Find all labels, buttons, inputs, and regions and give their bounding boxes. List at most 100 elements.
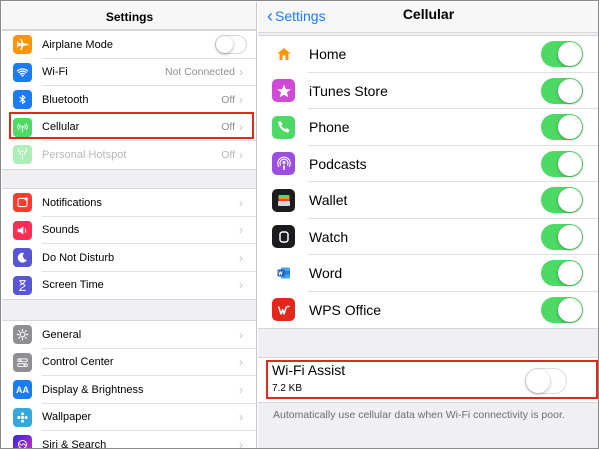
phone-cellular-toggle[interactable] bbox=[541, 114, 583, 141]
airplane-icon bbox=[13, 35, 32, 55]
wifi-status: Not Connected bbox=[164, 66, 235, 79]
settings-title: Settings bbox=[105, 10, 154, 24]
chevron-right-icon: › bbox=[239, 65, 243, 80]
app-label: WPS Office bbox=[309, 301, 382, 318]
app-row-phone: Phone bbox=[258, 109, 598, 146]
notifications-group: Notifications › Sounds › Do Not Disturb … bbox=[2, 188, 256, 300]
control-center-icon bbox=[13, 352, 32, 372]
app-label: Home bbox=[309, 46, 347, 63]
app-label: Wallet bbox=[309, 192, 348, 209]
wifi-assist-row: Wi-Fi Assist 7.2 KB bbox=[258, 357, 598, 403]
wallet-icon bbox=[272, 188, 295, 212]
sidebar-item-label: Do Not Disturb bbox=[42, 251, 115, 264]
wallpaper-icon bbox=[13, 407, 32, 427]
sidebar-item-label: General bbox=[42, 328, 82, 341]
hotspot-icon bbox=[13, 145, 32, 165]
sidebar-item-label: Screen Time bbox=[42, 279, 104, 292]
podcasts-icon bbox=[272, 152, 295, 176]
hotspot-status: Off bbox=[221, 148, 235, 161]
watch-icon bbox=[272, 225, 295, 249]
sidebar-item-personal-hotspot[interactable]: Personal Hotspot Off › bbox=[2, 141, 256, 169]
wallet-cellular-toggle[interactable] bbox=[541, 187, 583, 214]
sidebar-item-label: Control Center bbox=[42, 356, 114, 369]
chevron-right-icon: › bbox=[239, 120, 243, 135]
podcasts-cellular-toggle[interactable] bbox=[541, 150, 583, 177]
cellular-header: ‹ Settings Cellular bbox=[258, 2, 598, 33]
itunes-store-cellular-toggle[interactable] bbox=[541, 77, 583, 104]
app-row-wps-office: WPS Office bbox=[258, 292, 598, 329]
chevron-right-icon: › bbox=[239, 278, 243, 293]
toggle-knob bbox=[558, 115, 582, 140]
sounds-icon bbox=[13, 220, 32, 240]
sidebar-item-sounds[interactable]: Sounds › bbox=[2, 217, 256, 244]
chevron-right-icon: › bbox=[239, 382, 243, 397]
sidebar-item-label: Bluetooth bbox=[42, 93, 89, 106]
moon-icon bbox=[13, 248, 32, 268]
chevron-right-icon: › bbox=[239, 327, 243, 342]
wifi-icon bbox=[13, 62, 32, 82]
chevron-right-icon: › bbox=[239, 250, 243, 265]
watch-cellular-toggle[interactable] bbox=[541, 223, 583, 250]
toggle-knob bbox=[558, 188, 582, 213]
sidebar-item-screen-time[interactable]: Screen Time › bbox=[2, 272, 256, 300]
cellular-icon bbox=[13, 117, 32, 137]
notifications-icon bbox=[13, 193, 32, 213]
sidebar-item-label: Cellular bbox=[42, 121, 80, 134]
phone-icon bbox=[272, 115, 295, 139]
toggle-knob bbox=[558, 224, 582, 249]
sidebar-item-general[interactable]: General › bbox=[2, 321, 256, 349]
app-row-podcasts: Podcasts bbox=[258, 146, 598, 182]
connectivity-group: Airplane Mode Wi-Fi Not Connected › Blue… bbox=[2, 30, 256, 170]
sidebar-item-wallpaper[interactable]: Wallpaper › bbox=[2, 404, 256, 431]
sidebar-item-label: Airplane Mode bbox=[42, 38, 113, 51]
chevron-right-icon: › bbox=[239, 410, 243, 425]
app-row-itunes-store: iTunes Store bbox=[258, 73, 598, 109]
app-row-home: Home bbox=[258, 36, 598, 73]
sidebar-item-label: Siri & Search bbox=[42, 438, 107, 449]
home-icon bbox=[272, 42, 295, 66]
wps-office-cellular-toggle[interactable] bbox=[541, 296, 583, 323]
cellular-status: Off bbox=[221, 121, 235, 134]
sidebar-item-label: Wi-Fi bbox=[42, 66, 68, 79]
sidebar-item-notifications[interactable]: Notifications › bbox=[2, 189, 256, 217]
wps-office-icon bbox=[272, 298, 295, 322]
general-group: General › Control Center › AA Display & … bbox=[2, 320, 256, 449]
sidebar-item-display-brightness[interactable]: AA Display & Brightness › bbox=[2, 376, 256, 404]
wifi-assist-toggle[interactable] bbox=[525, 368, 567, 394]
toggle-knob bbox=[216, 36, 233, 54]
app-label: Podcasts bbox=[309, 155, 367, 172]
home-cellular-toggle[interactable] bbox=[541, 41, 583, 68]
app-label: Phone bbox=[309, 119, 350, 136]
siri-icon bbox=[13, 435, 32, 448]
app-row-word: Word bbox=[258, 255, 598, 292]
sidebar-item-do-not-disturb[interactable]: Do Not Disturb › bbox=[2, 244, 256, 272]
toggle-knob bbox=[558, 297, 582, 322]
app-row-wallet: Wallet bbox=[258, 182, 598, 219]
sidebar-item-wifi[interactable]: Wi-Fi Not Connected › bbox=[2, 59, 256, 86]
bluetooth-icon bbox=[13, 90, 32, 110]
chevron-right-icon: › bbox=[239, 223, 243, 238]
app-label: Watch bbox=[309, 228, 349, 245]
sidebar-item-label: Sounds bbox=[42, 224, 80, 237]
sidebar-item-control-center[interactable]: Control Center › bbox=[2, 349, 256, 376]
sidebar-item-label: Personal Hotspot bbox=[42, 148, 127, 161]
sidebar-item-bluetooth[interactable]: Bluetooth Off › bbox=[2, 86, 256, 114]
page-title: Cellular bbox=[402, 6, 455, 22]
app-row-watch: Watch bbox=[258, 219, 598, 255]
gear-icon bbox=[13, 325, 32, 345]
sidebar-item-label: Display & Brightness bbox=[42, 383, 144, 396]
airplane-mode-toggle[interactable] bbox=[215, 35, 247, 55]
sidebar-item-airplane-mode[interactable]: Airplane Mode bbox=[2, 31, 256, 59]
settings-header: Settings bbox=[2, 2, 256, 30]
display-icon: AA bbox=[13, 380, 32, 400]
app-cellular-list: Home iTunes Store Phone Podcasts Wallet … bbox=[258, 35, 598, 329]
toggle-knob bbox=[558, 261, 582, 286]
chevron-right-icon: › bbox=[239, 195, 243, 210]
toggle-knob bbox=[558, 151, 582, 176]
sidebar-item-siri-search[interactable]: Siri & Search › bbox=[2, 431, 256, 449]
chevron-right-icon: › bbox=[239, 147, 243, 162]
wifi-assist-label: Wi-Fi Assist bbox=[272, 362, 346, 378]
word-cellular-toggle[interactable] bbox=[541, 260, 583, 287]
app-label: Word bbox=[309, 265, 343, 282]
sidebar-item-cellular[interactable]: Cellular Off › bbox=[2, 114, 256, 141]
